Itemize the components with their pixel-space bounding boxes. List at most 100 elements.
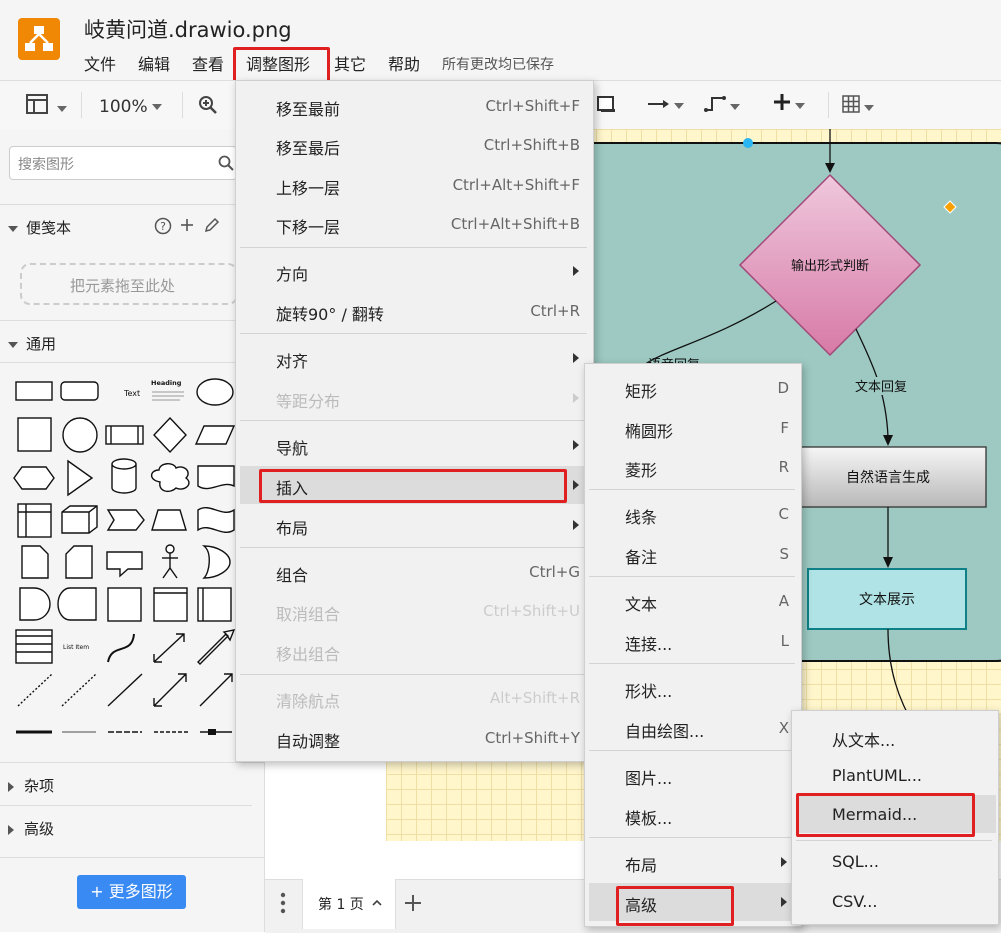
zoom-dropdown[interactable]: 100%: [99, 97, 162, 117]
shortcut-freehand: X: [778, 719, 789, 737]
insert-rectangle[interactable]: 矩形: [625, 378, 657, 402]
waypoints-dropdown[interactable]: [704, 94, 740, 117]
insert-link[interactable]: 连接...: [625, 631, 672, 655]
insert-template[interactable]: 模板...: [625, 805, 672, 829]
search-icon[interactable]: [218, 155, 234, 175]
page-tab-label: 第 1 页: [318, 897, 364, 913]
selection-handle[interactable]: [743, 138, 753, 148]
menu-item-to-back[interactable]: 移至最后: [276, 135, 340, 159]
diamond-label: 输出形式判断: [791, 258, 869, 274]
menu-item-bring-forward[interactable]: 上移一层: [276, 175, 340, 199]
shape-heading-label: Heading: [151, 379, 182, 387]
submenu-arrow-icon: [573, 520, 579, 530]
more-shapes-button[interactable]: + 更多图形: [77, 875, 186, 909]
highlight-advanced-item: [616, 886, 734, 926]
straight-arrow-icon: [648, 96, 670, 116]
menu-item-navigation[interactable]: 导航: [276, 435, 308, 459]
menu-item-ungroup: 取消组合: [276, 605, 341, 624]
page-menu-icon[interactable]: [278, 891, 288, 919]
insert-image[interactable]: 图片...: [625, 765, 672, 789]
orthogonal-connector-icon: [704, 96, 726, 117]
menu-item-to-front[interactable]: 移至最前: [276, 96, 340, 120]
menu-item-remove-from-group: 移出组合: [276, 645, 341, 664]
misc-section-title: 杂项: [24, 777, 55, 795]
add-page-icon[interactable]: [403, 893, 423, 917]
edge-label-text-reply: 文本回复: [855, 380, 907, 395]
menu-edit[interactable]: 编辑: [138, 51, 170, 75]
highlight-insert-item: [259, 469, 567, 503]
shortcut-to-back: Ctrl+Shift+B: [483, 136, 580, 154]
table-icon: [842, 95, 860, 118]
advanced-section-title: 高级: [24, 820, 55, 838]
chevron-up-icon[interactable]: [371, 896, 383, 912]
shortcut-to-front: Ctrl+Shift+F: [485, 97, 580, 115]
plus-icon: [773, 94, 791, 116]
insert-line[interactable]: 线条: [625, 504, 657, 528]
connection-style-dropdown[interactable]: [648, 96, 684, 116]
insert-note[interactable]: 备注: [625, 544, 657, 568]
nlg-box-label: 自然语言生成: [846, 469, 930, 486]
shortcut-ungroup: Ctrl+Shift+U: [483, 602, 580, 620]
edit-pencil-icon[interactable]: [204, 217, 220, 237]
shortcut-line: C: [778, 505, 789, 523]
shortcut-bring-forward: Ctrl+Alt+Shift+F: [452, 176, 580, 194]
zoom-level: 100%: [99, 97, 148, 117]
table-dropdown[interactable]: [842, 95, 874, 118]
insert-text[interactable]: 文本: [625, 591, 657, 615]
advanced-section-header[interactable]: 高级: [8, 818, 54, 839]
menu-item-send-backward[interactable]: 下移一层: [276, 214, 340, 238]
shortcut-note: S: [779, 545, 789, 563]
shortcut-link: L: [780, 632, 789, 650]
menu-item-clear-waypoints: 清除航点: [276, 692, 341, 711]
insert-shapes[interactable]: 形状...: [625, 678, 672, 702]
layout-icon: [26, 94, 53, 119]
insert-plus-dropdown[interactable]: [773, 93, 805, 116]
advanced-csv[interactable]: CSV...: [832, 892, 877, 911]
shadow-icon: [597, 96, 617, 119]
menu-file[interactable]: 文件: [84, 51, 116, 75]
shape-list-item-label: List Item: [63, 644, 89, 651]
submenu-arrow-icon: [573, 393, 579, 403]
general-shapes-palette[interactable]: Text Heading List Item: [8, 372, 238, 756]
insert-ellipse[interactable]: 椭圆形: [625, 418, 673, 442]
shortcut-rotate: Ctrl+R: [530, 302, 580, 320]
view-panels-button[interactable]: [26, 94, 68, 119]
menu-item-layout[interactable]: 布局: [276, 515, 308, 539]
advanced-sql[interactable]: SQL...: [832, 852, 879, 871]
advanced-plantuml[interactable]: PlantUML...: [832, 766, 922, 785]
text-display-label: 文本展示: [859, 592, 915, 608]
save-status: 所有更改均已保存: [442, 57, 554, 73]
insert-submenu: [584, 363, 802, 927]
menu-item-align[interactable]: 对齐: [276, 348, 308, 372]
menu-item-autosize[interactable]: 自动调整: [276, 728, 340, 752]
help-icon[interactable]: ?: [154, 217, 172, 239]
menu-help[interactable]: 帮助: [388, 51, 420, 75]
shadow-button[interactable]: [597, 96, 617, 119]
insert-rhombus[interactable]: 菱形: [625, 457, 657, 481]
menu-item-direction[interactable]: 方向: [276, 261, 308, 285]
menu-item-rotate[interactable]: 旋转90° / 翻转: [276, 301, 384, 325]
general-section-title: 通用: [26, 335, 57, 353]
add-icon[interactable]: [180, 217, 194, 237]
misc-section-header[interactable]: 杂项: [8, 775, 54, 796]
advanced-from-text[interactable]: 从文本...: [832, 727, 895, 751]
shape-text-label: Text: [123, 389, 140, 398]
document-title[interactable]: 岐黄问道.drawio.png: [84, 14, 292, 44]
scratchpad-header[interactable]: 便笺本: [8, 217, 71, 238]
submenu-arrow-icon: [573, 266, 579, 276]
insert-layout[interactable]: 布局: [625, 852, 657, 876]
shortcut-autosize: Ctrl+Shift+Y: [484, 729, 580, 747]
zoom-in-button[interactable]: [198, 95, 218, 120]
scratchpad-title: 便笺本: [26, 219, 72, 237]
insert-freehand[interactable]: 自由绘图...: [625, 718, 704, 742]
shortcut-group: Ctrl+G: [529, 563, 580, 581]
menu-extras[interactable]: 其它: [334, 51, 366, 75]
menu-view[interactable]: 查看: [192, 51, 224, 75]
shortcut-rectangle: D: [777, 379, 789, 397]
menu-item-distribute: 等距分布: [276, 392, 341, 411]
submenu-arrow-icon: [573, 480, 579, 490]
drawio-logo-icon: [18, 18, 60, 60]
highlight-mermaid-item: [796, 793, 975, 837]
general-section-header[interactable]: 通用: [8, 333, 56, 354]
menu-item-group[interactable]: 组合: [276, 562, 308, 586]
